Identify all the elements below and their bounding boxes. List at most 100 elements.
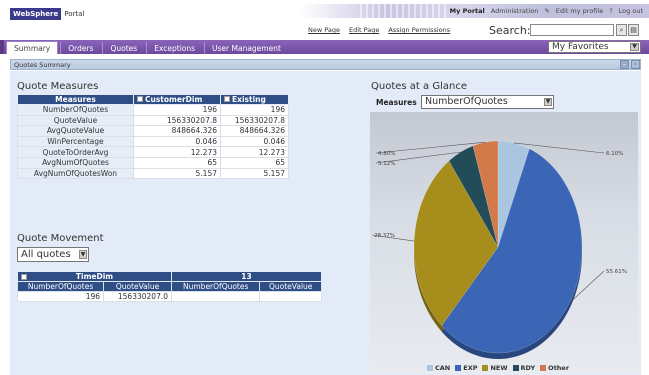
help-icon[interactable]: ? xyxy=(609,7,612,15)
legend-swatch xyxy=(455,365,462,371)
table-row: AvgNumOfQuotesWon 5.157 5.157 xyxy=(17,167,289,180)
table-row: AvgQuoteValue 848664.326 848664.326 xyxy=(17,125,289,137)
quote-filter-select[interactable]: All quotes ▼ xyxy=(17,247,89,262)
quote-movement-table: TimeDim 13 NumberOfQuotes QuoteValue Num… xyxy=(16,271,322,302)
quote-measures-table: Measures CustomerDim Existing NumberOfQu… xyxy=(17,94,289,180)
legend-label: Other xyxy=(548,364,570,372)
new-page-link[interactable]: New Page xyxy=(308,26,340,34)
minimize-icon[interactable]: – xyxy=(620,60,629,69)
cell-value: 5.157 xyxy=(220,167,289,180)
chevron-down-icon: ▼ xyxy=(544,98,552,106)
logo-text: Portal xyxy=(64,10,85,18)
collapse-icon[interactable] xyxy=(21,274,27,280)
table-row: NumberOfQuotes 196 196 xyxy=(17,104,289,116)
cell-value: 196 xyxy=(220,104,289,116)
table-row: AvgNumOfQuotes 65 65 xyxy=(17,156,289,169)
edit-icon: ✎ xyxy=(544,7,550,15)
measures-label: Measures xyxy=(376,98,417,107)
chevron-down-icon: ▼ xyxy=(630,43,639,51)
logo: WebSphere Portal xyxy=(10,8,84,20)
legend-label: NEW xyxy=(490,364,508,372)
legend-item-new: NEW xyxy=(482,364,508,372)
top-link-edit-profile[interactable]: Edit my profile xyxy=(556,7,603,15)
column-header-measures: Measures xyxy=(17,94,134,105)
cell-value: 156330207.8 xyxy=(133,114,221,127)
legend-item-rdy: RDY xyxy=(512,364,536,372)
measures-select[interactable]: NumberOfQuotes ▼ xyxy=(421,95,554,109)
table-row: QuoteToOrderAvg 12.273 12.273 xyxy=(17,146,289,158)
legend-label: EXP xyxy=(463,364,478,372)
row-label: NumberOfQuotes xyxy=(17,104,134,116)
edit-page-link[interactable]: Edit Page xyxy=(349,26,379,34)
data-label-new: 28.37% xyxy=(374,233,395,239)
tab-orders[interactable]: Orders xyxy=(60,42,100,54)
column-header-timedim[interactable]: TimeDim xyxy=(17,271,172,282)
cell-value: 156330207.8 xyxy=(220,114,289,127)
row-label: WinPercentage xyxy=(17,135,134,148)
cell-value xyxy=(259,291,322,302)
cell-value: 0.046 xyxy=(133,135,221,148)
data-label-exp: 55.61% xyxy=(606,269,627,275)
data-label-other: 4.80% xyxy=(378,151,395,157)
cell-value: 196 xyxy=(16,291,105,302)
cell-value: 0.046 xyxy=(220,135,289,148)
subheader: NumberOfQuotes xyxy=(16,281,105,292)
legend-swatch xyxy=(427,365,433,371)
cell-value: 196 xyxy=(133,104,221,116)
cell-value: 12.273 xyxy=(133,146,221,158)
pie-chart: 6.10% 55.61% 28.37% 5.12% 4.80% xyxy=(371,140,627,359)
data-label-rdy: 5.12% xyxy=(378,161,395,167)
cell-value: 156330207.0 xyxy=(103,291,172,302)
legend-item-can: CAN xyxy=(427,364,450,372)
top-link-administration[interactable]: Administration xyxy=(491,7,539,15)
tab-quotes[interactable]: Quotes xyxy=(102,42,144,54)
row-label: QuoteValue xyxy=(17,114,134,127)
subheader: QuoteValue xyxy=(103,281,172,292)
page-actions: New Page Edit Page Assign Permissions xyxy=(308,26,450,34)
legend-swatch xyxy=(482,365,489,371)
collapse-icon[interactable] xyxy=(224,96,230,102)
data-label-can: 6.10% xyxy=(606,151,623,157)
cell-value: 5.157 xyxy=(133,167,221,180)
portlet-title-bar: Quotes Summary – □ xyxy=(10,59,641,70)
row-label: AvgNumOfQuotesWon xyxy=(17,167,134,180)
maximize-icon[interactable]: □ xyxy=(631,60,640,69)
row-label: QuoteToOrderAvg xyxy=(17,146,134,158)
collapse-icon[interactable] xyxy=(137,96,143,102)
chart-section-title: Quotes at a Glance xyxy=(371,81,467,92)
cell-value: 65 xyxy=(133,156,221,169)
tab-summary[interactable]: Summary xyxy=(6,41,59,54)
cell-value xyxy=(170,291,261,302)
table-row: WinPercentage 0.046 0.046 xyxy=(17,135,289,148)
tab-user-management[interactable]: User Management xyxy=(204,42,288,54)
legend-label: RDY xyxy=(520,364,536,372)
column-header-customerdim[interactable]: CustomerDim xyxy=(133,94,221,105)
assign-permissions-link[interactable]: Assign Permissions xyxy=(388,26,450,34)
table-row: 196 156330207.0 xyxy=(16,291,322,302)
measures-value: NumberOfQuotes xyxy=(425,96,508,107)
search-icon[interactable]: ⌕ xyxy=(616,24,627,36)
column-header-period: 13 xyxy=(171,271,322,282)
legend-swatch xyxy=(512,365,519,371)
favorites-select[interactable]: My Favorites ▼ xyxy=(548,41,641,53)
advanced-search-icon[interactable]: ▤ xyxy=(628,24,639,36)
subheader: NumberOfQuotes xyxy=(170,281,261,292)
quote-measures-title: Quote Measures xyxy=(17,81,99,92)
legend-swatch xyxy=(540,365,547,371)
chevron-down-icon: ▼ xyxy=(79,250,87,259)
top-link-my-portal[interactable]: My Portal xyxy=(450,7,485,15)
favorites-value: My Favorites xyxy=(552,42,609,52)
row-label: AvgNumOfQuotes xyxy=(17,156,134,169)
row-label: AvgQuoteValue xyxy=(17,125,134,137)
cell-value: 65 xyxy=(220,156,289,169)
quote-filter-value: All quotes xyxy=(21,249,71,260)
search-label: Search: xyxy=(489,24,531,37)
search-input[interactable] xyxy=(530,24,614,36)
tab-exceptions[interactable]: Exceptions xyxy=(146,42,202,54)
cell-value: 848664.326 xyxy=(133,125,221,137)
portal-header: WebSphere Portal My Portal Administratio… xyxy=(0,0,649,38)
quote-movement-title: Quote Movement xyxy=(17,233,104,244)
top-link-log-out[interactable]: Log out xyxy=(619,7,643,15)
column-header-existing[interactable]: Existing xyxy=(220,94,289,105)
cell-value: 12.273 xyxy=(220,146,289,158)
